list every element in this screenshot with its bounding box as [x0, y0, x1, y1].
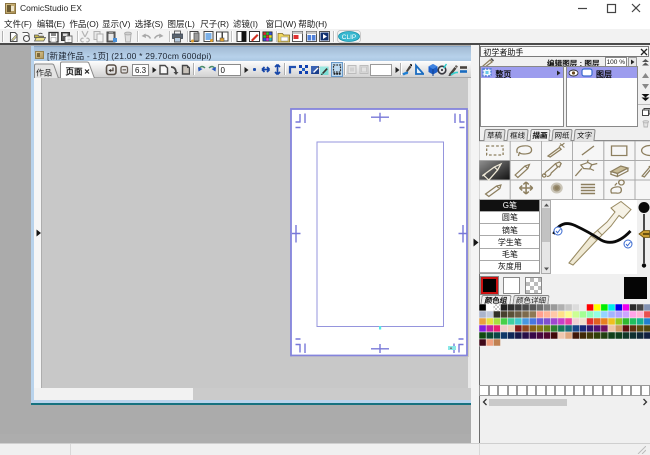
svg-text:CLIP: CLIP	[342, 34, 356, 41]
svg-text:作品: 作品	[36, 67, 52, 77]
svg-text:页面: 页面	[65, 66, 83, 76]
